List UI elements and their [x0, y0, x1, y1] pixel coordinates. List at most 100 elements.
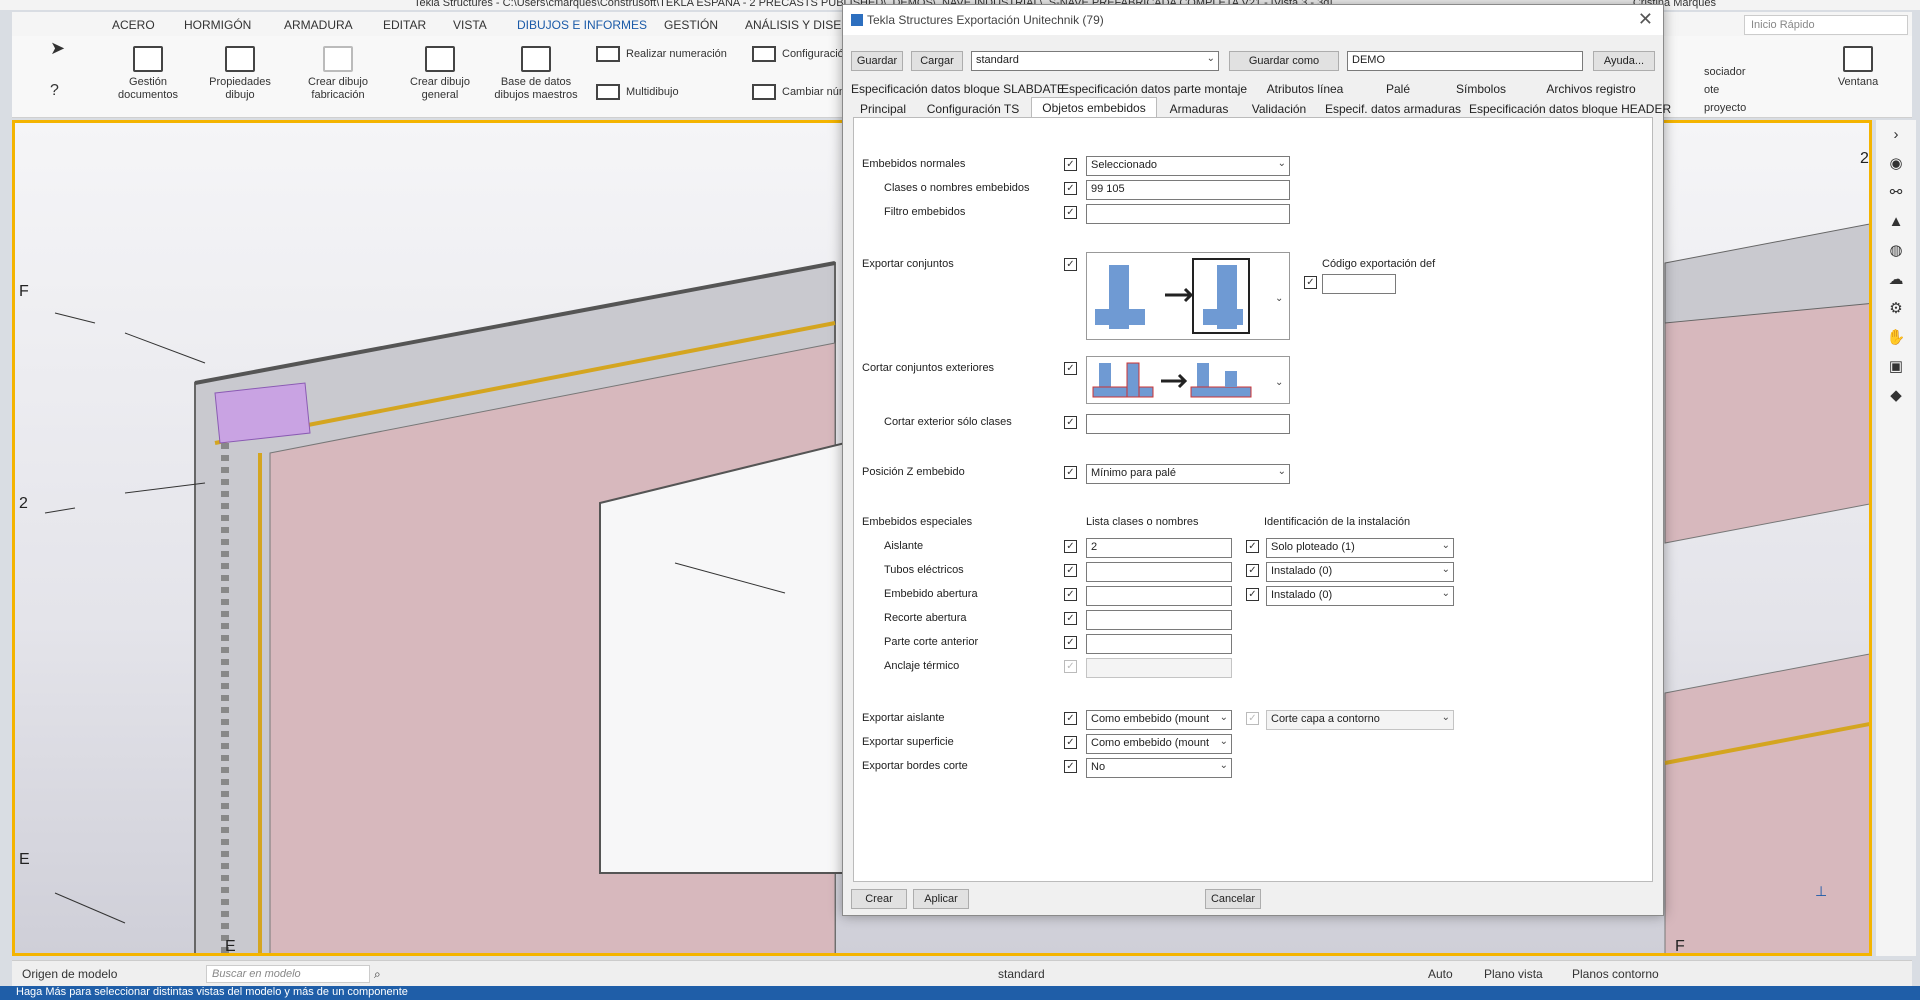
tab-parte-montaje[interactable]: Especificación datos parte montaje — [1059, 79, 1249, 99]
cortar-exterior-input[interactable] — [1086, 414, 1290, 434]
filtro-embebidos-checkbox[interactable]: ✓ — [1064, 206, 1077, 219]
lote-button[interactable]: ote — [1704, 84, 1719, 96]
cortar-conjuntos-checkbox[interactable]: ✓ — [1064, 362, 1077, 375]
cancel-button[interactable]: Cancelar — [1205, 889, 1261, 909]
globe-icon[interactable]: ◍ — [1876, 236, 1916, 265]
tubos-ident-checkbox[interactable]: ✓ — [1246, 564, 1259, 577]
tab-validacion[interactable]: Validación — [1241, 99, 1317, 119]
tab-header[interactable]: Especificación datos bloque HEADER — [1469, 99, 1671, 119]
cortar-exterior-checkbox[interactable]: ✓ — [1064, 416, 1077, 429]
tab-hormigon[interactable]: HORMIGÓN — [184, 18, 251, 32]
aislante-checkbox[interactable]: ✓ — [1064, 540, 1077, 553]
recorte-abertura-input[interactable] — [1086, 610, 1232, 630]
tab-simbolos[interactable]: Símbolos — [1441, 79, 1521, 99]
exportar-aislante-checkbox[interactable]: ✓ — [1064, 712, 1077, 725]
cube-icon[interactable]: ▣ — [1876, 352, 1916, 381]
exportar-aislante-select[interactable]: Como embebido (mount ⌄ — [1086, 710, 1232, 730]
codigo-exportacion-input[interactable] — [1322, 274, 1396, 294]
auto-dropdown[interactable]: Auto — [1428, 967, 1453, 981]
recorte-abertura-checkbox[interactable]: ✓ — [1064, 612, 1077, 625]
tab-gestion[interactable]: GESTIÓN — [664, 18, 718, 32]
create-button[interactable]: Crear — [851, 889, 907, 909]
quick-search-input[interactable]: Inicio Rápido — [1744, 15, 1908, 35]
eye-icon[interactable]: ◉ — [1876, 149, 1916, 178]
chevron-right-icon[interactable]: › — [1876, 120, 1916, 149]
codigo-exportacion-checkbox[interactable]: ✓ — [1304, 276, 1317, 289]
tab-archivos-registro[interactable]: Archivos registro — [1531, 79, 1651, 99]
clases-nombres-checkbox[interactable]: ✓ — [1064, 182, 1077, 195]
exportar-superficie-checkbox[interactable]: ✓ — [1064, 736, 1077, 749]
gestion-documentos-button[interactable]: Gestión documentos — [108, 46, 188, 102]
abertura-ident-checkbox[interactable]: ✓ — [1246, 588, 1259, 601]
help-button[interactable]: Ayuda... — [1593, 51, 1655, 71]
shapes-icon[interactable]: ◆ — [1876, 381, 1916, 410]
embebidos-normales-select[interactable]: Seleccionado ⌄ — [1086, 156, 1290, 176]
realizar-numeracion-button[interactable]: Realizar numeración — [596, 46, 727, 62]
aislante-input[interactable]: 2 — [1086, 538, 1232, 558]
posicion-z-select[interactable]: Mínimo para palé ⌄ — [1086, 464, 1290, 484]
tab-configuracion-ts[interactable]: Configuración TS — [917, 99, 1029, 119]
embebidos-normales-checkbox[interactable]: ✓ — [1064, 158, 1077, 171]
tab-especif-armaduras[interactable]: Especif. datos armaduras — [1321, 99, 1465, 119]
tab-armaduras[interactable]: Armaduras — [1159, 99, 1239, 119]
model-search-input[interactable]: Buscar en modelo — [206, 965, 370, 983]
exportar-conjuntos-picker[interactable]: ⌄ — [1086, 252, 1290, 340]
proyecto-button[interactable]: proyecto — [1704, 102, 1746, 114]
tubos-electricos-checkbox[interactable]: ✓ — [1064, 564, 1077, 577]
hat-icon[interactable]: ▲ — [1876, 207, 1916, 236]
parte-corte-checkbox[interactable]: ✓ — [1064, 636, 1077, 649]
search-icon[interactable]: ⌕ — [374, 967, 381, 982]
help-tool-icon[interactable]: ? — [50, 83, 59, 99]
clases-nombres-input[interactable]: 99 105 — [1086, 180, 1290, 200]
tab-objetos-embebidos[interactable]: Objetos embebidos — [1031, 97, 1157, 119]
tab-armadura[interactable]: ARMADURA — [284, 18, 353, 32]
standard-dropdown[interactable]: standard — [998, 967, 1045, 981]
exportar-bordes-checkbox[interactable]: ✓ — [1064, 760, 1077, 773]
filtro-embebidos-input[interactable] — [1086, 204, 1290, 224]
ventana-button[interactable]: Ventana — [1828, 46, 1888, 89]
save-as-input[interactable]: DEMO — [1347, 51, 1583, 71]
cambiar-numero-button[interactable]: Cambiar núm — [752, 84, 848, 100]
tab-vista[interactable]: VISTA — [453, 18, 487, 32]
propiedades-dibujo-button[interactable]: Propiedades dibujo — [200, 46, 280, 102]
preset-select[interactable]: standard ⌄ — [971, 51, 1219, 71]
tab-acero[interactable]: ACERO — [112, 18, 155, 32]
parte-corte-input[interactable] — [1086, 634, 1232, 654]
abertura-ident-select[interactable]: Instalado (0) ⌄ — [1266, 586, 1454, 606]
cortar-conjuntos-picker[interactable]: ⌄ — [1086, 356, 1290, 404]
tab-pale[interactable]: Palé — [1363, 79, 1433, 99]
aislante-ident-select[interactable]: Solo ploteado (1) ⌄ — [1266, 538, 1454, 558]
tab-principal[interactable]: Principal — [851, 99, 915, 119]
load-button[interactable]: Cargar — [911, 51, 963, 71]
multidibujo-button[interactable]: Multidibujo — [596, 84, 679, 100]
asociador-button[interactable]: sociador — [1704, 66, 1746, 78]
close-icon[interactable]: ✕ — [1638, 9, 1653, 30]
tab-atributos-linea[interactable]: Atributos línea — [1255, 79, 1355, 99]
hand-icon[interactable]: ✋ — [1876, 323, 1916, 352]
origin-dropdown[interactable]: Origen de modelo — [22, 967, 117, 981]
gear-icon[interactable]: ⚙ — [1876, 294, 1916, 323]
save-button[interactable]: Guardar — [851, 51, 903, 71]
crear-dibujo-general-button[interactable]: Crear dibujo general — [398, 46, 482, 102]
embebido-abertura-input[interactable] — [1086, 586, 1232, 606]
exportar-bordes-select[interactable]: No ⌄ — [1086, 758, 1232, 778]
embebido-abertura-checkbox[interactable]: ✓ — [1064, 588, 1077, 601]
base-datos-dibujos-button[interactable]: Base de datos dibujos maestros — [486, 46, 586, 102]
tubos-electricos-input[interactable] — [1086, 562, 1232, 582]
tubos-ident-select[interactable]: Instalado (0) ⌄ — [1266, 562, 1454, 582]
select-tool-icon[interactable]: ➤ — [50, 39, 65, 57]
exportar-conjuntos-checkbox[interactable]: ✓ — [1064, 258, 1077, 271]
exportar-superficie-select[interactable]: Como embebido (mount ⌄ — [1086, 734, 1232, 754]
planos-contorno-dropdown[interactable]: Planos contorno — [1572, 967, 1659, 981]
posicion-z-checkbox[interactable]: ✓ — [1064, 466, 1077, 479]
tab-editar[interactable]: EDITAR — [383, 18, 426, 32]
cloud-icon[interactable]: ☁ — [1876, 265, 1916, 294]
tab-slabdate[interactable]: Especificación datos bloque SLABDATE — [851, 79, 1065, 99]
apply-button[interactable]: Aplicar — [913, 889, 969, 909]
plano-vista-dropdown[interactable]: Plano vista — [1484, 967, 1543, 981]
crear-dibujo-fabricacion-button[interactable]: Crear dibujo fabricación — [296, 46, 380, 102]
tab-dibujos[interactable]: DIBUJOS E INFORMES — [517, 18, 647, 32]
link-icon[interactable]: ⚯ — [1876, 178, 1916, 207]
aislante-ident-checkbox[interactable]: ✓ — [1246, 540, 1259, 553]
save-as-button[interactable]: Guardar como — [1229, 51, 1339, 71]
